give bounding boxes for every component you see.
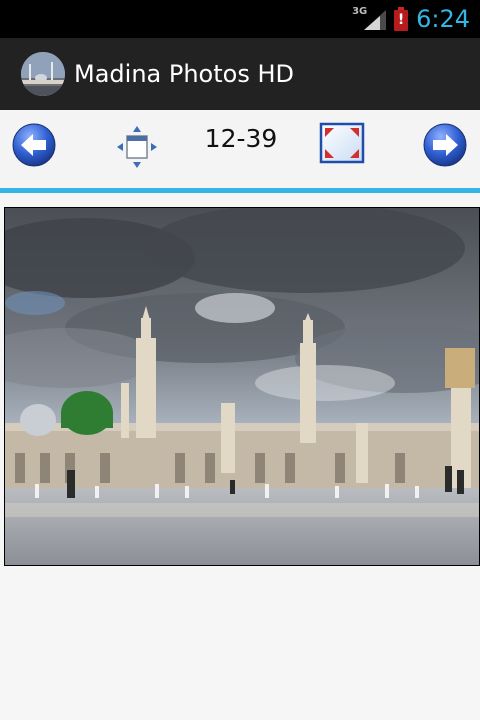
battery-alert-icon: ! [394,7,409,31]
move-arrows-icon [117,126,157,168]
toolbar: 12-39 [0,110,480,188]
image-counter: 12-39 [204,124,278,153]
action-bar: Madina Photos HD [0,38,480,110]
fullscreen-button[interactable] [319,122,365,164]
next-button[interactable] [422,122,468,168]
status-bar: 3G ! 6:24 [0,0,480,38]
status-indicators: 3G ! 6:24 [352,0,470,38]
app-title: Madina Photos HD [74,60,294,88]
fullscreen-icon [319,122,365,164]
move-button[interactable] [114,124,160,170]
toolbar-divider [0,188,480,193]
next-arrow-icon [423,123,467,167]
status-clock: 6:24 [416,5,470,33]
network-indicator: 3G [352,6,387,32]
previous-arrow-icon [12,123,56,167]
app-icon[interactable] [21,52,65,96]
battery-alert-mark: ! [397,12,405,28]
mosque-photo[interactable] [4,207,480,566]
previous-button[interactable] [11,122,57,168]
signal-icon [364,10,387,30]
